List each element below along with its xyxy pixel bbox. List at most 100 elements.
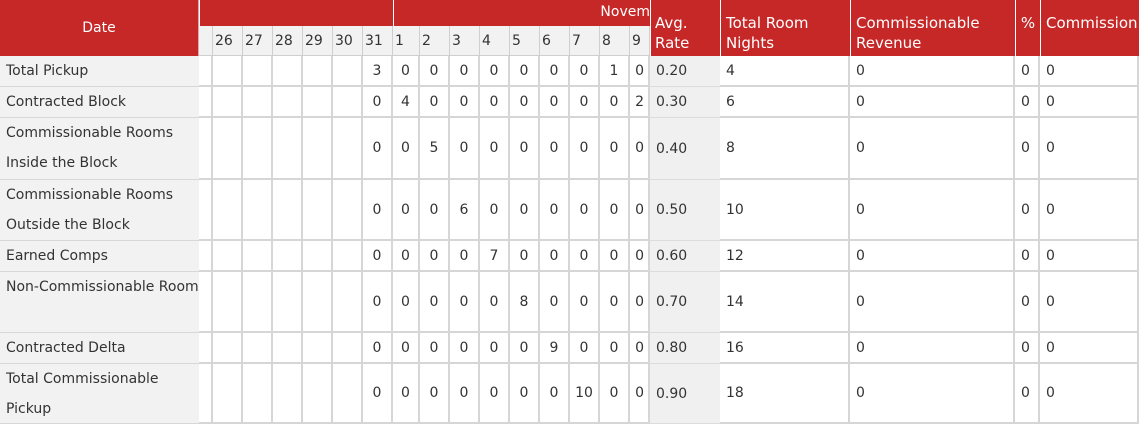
day-value-cell[interactable]: 0 xyxy=(540,56,570,87)
avg-rate-header[interactable]: Avg. Rate xyxy=(650,0,720,56)
total-room-nights-cell[interactable]: 4 xyxy=(720,56,850,87)
day-value-cell[interactable]: 0 xyxy=(600,87,630,118)
day-value-cell[interactable]: 0 xyxy=(450,364,480,424)
commission-cell[interactable]: 0 xyxy=(1040,364,1139,424)
day-header-oct-26[interactable]: 26 xyxy=(213,26,243,56)
commissionable-revenue-cell[interactable]: 0 xyxy=(850,364,1015,424)
percent-cell[interactable]: 0 xyxy=(1015,180,1040,241)
day-value-cell[interactable]: 0 xyxy=(450,272,480,333)
total-room-nights-cell[interactable]: 14 xyxy=(720,272,850,333)
percent-header[interactable]: % xyxy=(1015,0,1040,56)
day-value-cell[interactable]: 0 xyxy=(363,333,393,364)
day-value-cell[interactable]: 0 xyxy=(450,118,480,180)
commissionable-revenue-cell[interactable]: 0 xyxy=(850,333,1015,364)
day-value-cell[interactable]: 0 xyxy=(540,118,570,180)
date-column-header[interactable]: Date xyxy=(0,0,199,56)
commission-cell[interactable]: 0 xyxy=(1040,241,1139,272)
day-value-cell[interactable]: 0 xyxy=(480,333,510,364)
day-value-cell[interactable]: 0 xyxy=(540,364,570,424)
commission-cell[interactable]: 0 xyxy=(1040,87,1139,118)
empty-day-cell[interactable] xyxy=(213,56,243,87)
empty-day-cell[interactable] xyxy=(213,87,243,118)
day-value-cell[interactable]: 0 xyxy=(570,180,600,241)
day-value-cell[interactable]: 0 xyxy=(450,56,480,87)
day-value-cell[interactable]: 0 xyxy=(600,364,630,424)
day-value-cell[interactable]: 0 xyxy=(450,241,480,272)
day-value-cell[interactable]: 0 xyxy=(420,180,450,241)
day-value-cell[interactable]: 0 xyxy=(540,272,570,333)
commissionable-revenue-cell[interactable]: 0 xyxy=(850,56,1015,87)
total-room-nights-cell[interactable]: 12 xyxy=(720,241,850,272)
day-value-cell[interactable]: 0 xyxy=(630,333,650,364)
day-header-oct-31[interactable]: 31 xyxy=(363,26,393,56)
empty-day-cell[interactable] xyxy=(243,272,273,333)
empty-day-cell[interactable] xyxy=(303,180,333,241)
day-value-cell[interactable]: 0 xyxy=(630,180,650,241)
empty-day-cell[interactable] xyxy=(333,333,363,364)
empty-day-cell[interactable] xyxy=(199,333,213,364)
day-value-cell[interactable]: 0 xyxy=(420,272,450,333)
day-value-cell[interactable]: 0 xyxy=(450,87,480,118)
commission-cell[interactable]: 0 xyxy=(1040,118,1139,180)
percent-cell[interactable]: 0 xyxy=(1015,364,1040,424)
day-header-oct-29[interactable]: 29 xyxy=(303,26,333,56)
day-value-cell[interactable]: 0 xyxy=(363,241,393,272)
day-value-cell[interactable]: 5 xyxy=(420,118,450,180)
day-header-nov-8[interactable]: 8 xyxy=(600,26,630,56)
commission-header[interactable]: Commission xyxy=(1040,0,1139,56)
empty-day-cell[interactable] xyxy=(213,333,243,364)
empty-day-cell[interactable] xyxy=(333,364,363,424)
percent-cell[interactable]: 0 xyxy=(1015,87,1040,118)
empty-day-cell[interactable] xyxy=(243,364,273,424)
day-value-cell[interactable]: 0 xyxy=(480,364,510,424)
empty-day-cell[interactable] xyxy=(243,333,273,364)
day-header-nov-4[interactable]: 4 xyxy=(480,26,510,56)
day-header-nov-9[interactable]: 9 xyxy=(630,26,650,56)
empty-day-cell[interactable] xyxy=(199,364,213,424)
commissionable-revenue-cell[interactable]: 0 xyxy=(850,180,1015,241)
day-header-oct-30[interactable]: 30 xyxy=(333,26,363,56)
percent-cell[interactable]: 0 xyxy=(1015,241,1040,272)
day-value-cell[interactable]: 0 xyxy=(600,272,630,333)
day-value-cell[interactable]: 8 xyxy=(510,272,540,333)
day-value-cell[interactable]: 0 xyxy=(480,56,510,87)
day-value-cell[interactable]: 0 xyxy=(570,272,600,333)
day-value-cell[interactable]: 0 xyxy=(480,180,510,241)
day-value-cell[interactable]: 6 xyxy=(450,180,480,241)
total-room-nights-cell[interactable]: 16 xyxy=(720,333,850,364)
day-value-cell[interactable]: 0 xyxy=(510,118,540,180)
day-value-cell[interactable]: 0 xyxy=(393,118,420,180)
empty-day-cell[interactable] xyxy=(199,272,213,333)
empty-day-cell[interactable] xyxy=(333,87,363,118)
empty-day-cell[interactable] xyxy=(303,241,333,272)
day-value-cell[interactable]: 0 xyxy=(600,118,630,180)
total-room-nights-cell[interactable]: 6 xyxy=(720,87,850,118)
empty-day-cell[interactable] xyxy=(303,333,333,364)
total-room-nights-header[interactable]: Total Room Nights xyxy=(720,0,850,56)
commission-cell[interactable]: 0 xyxy=(1040,56,1139,87)
day-value-cell[interactable]: 0 xyxy=(510,180,540,241)
day-value-cell[interactable]: 0 xyxy=(600,333,630,364)
empty-day-cell[interactable] xyxy=(243,87,273,118)
empty-day-cell[interactable] xyxy=(273,56,303,87)
commissionable-revenue-header[interactable]: Commissionable Revenue xyxy=(850,0,1015,56)
day-value-cell[interactable]: 7 xyxy=(480,241,510,272)
day-value-cell[interactable]: 0 xyxy=(420,333,450,364)
empty-day-cell[interactable] xyxy=(213,118,243,180)
day-value-cell[interactable]: 0 xyxy=(510,87,540,118)
day-value-cell[interactable]: 10 xyxy=(570,364,600,424)
empty-day-cell[interactable] xyxy=(199,87,213,118)
empty-day-cell[interactable] xyxy=(333,272,363,333)
day-value-cell[interactable]: 0 xyxy=(363,118,393,180)
day-header-nov-6[interactable]: 6 xyxy=(540,26,570,56)
total-room-nights-cell[interactable]: 8 xyxy=(720,118,850,180)
empty-day-cell[interactable] xyxy=(243,118,273,180)
empty-day-cell[interactable] xyxy=(333,241,363,272)
day-value-cell[interactable]: 0 xyxy=(393,180,420,241)
day-value-cell[interactable]: 0 xyxy=(630,118,650,180)
day-value-cell[interactable]: 0 xyxy=(540,180,570,241)
commissionable-revenue-cell[interactable]: 0 xyxy=(850,241,1015,272)
total-room-nights-cell[interactable]: 10 xyxy=(720,180,850,241)
day-value-cell[interactable]: 0 xyxy=(393,56,420,87)
day-header-nov-1[interactable]: 1 xyxy=(393,26,420,56)
